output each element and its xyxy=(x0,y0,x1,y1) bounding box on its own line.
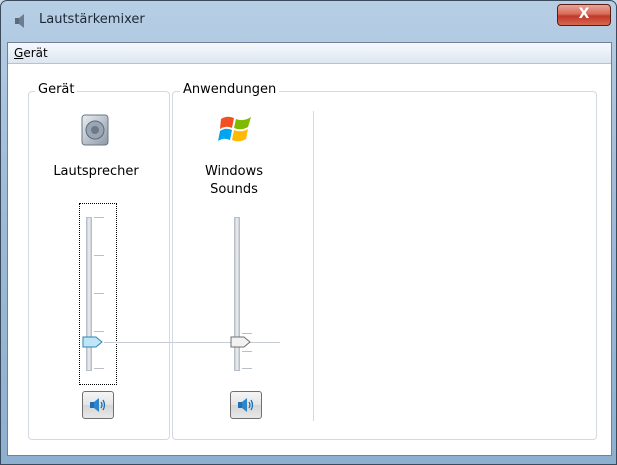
device-volume-thumb[interactable] xyxy=(82,336,103,348)
title-bar[interactable]: Lautstärkemixer X xyxy=(1,1,616,41)
window-title: Lautstärkemixer xyxy=(39,12,145,27)
volume-mixer-window: Lautstärkemixer X Gerät Gerät Lautsprech… xyxy=(0,0,617,465)
device-mute-button[interactable] xyxy=(82,391,114,419)
device-name: Lautsprecher xyxy=(53,164,139,179)
speaker-mute-icon xyxy=(90,398,106,412)
mixer-client-area: Gerät Gerät Lautsprecher Anwendungen Win… xyxy=(7,42,612,456)
windows-logo-icon xyxy=(218,116,251,142)
applications-group-label: Anwendungen xyxy=(180,82,280,97)
speaker-mute-icon xyxy=(238,398,254,412)
app-name-line1: Windows xyxy=(204,164,264,179)
device-group-label: Gerät xyxy=(35,82,78,97)
speaker-icon xyxy=(81,114,109,146)
menu-bar: Gerät xyxy=(8,43,611,64)
app-name-line2: Sounds xyxy=(210,182,258,197)
app-mute-button[interactable] xyxy=(230,391,262,419)
app-column-separator xyxy=(313,111,314,421)
close-icon: X xyxy=(578,6,590,22)
app-volume-thumb[interactable] xyxy=(230,336,251,348)
speaker-small-icon xyxy=(15,14,24,28)
close-button[interactable]: X xyxy=(557,4,611,26)
menu-item-geraet[interactable]: Gerät xyxy=(14,46,48,60)
